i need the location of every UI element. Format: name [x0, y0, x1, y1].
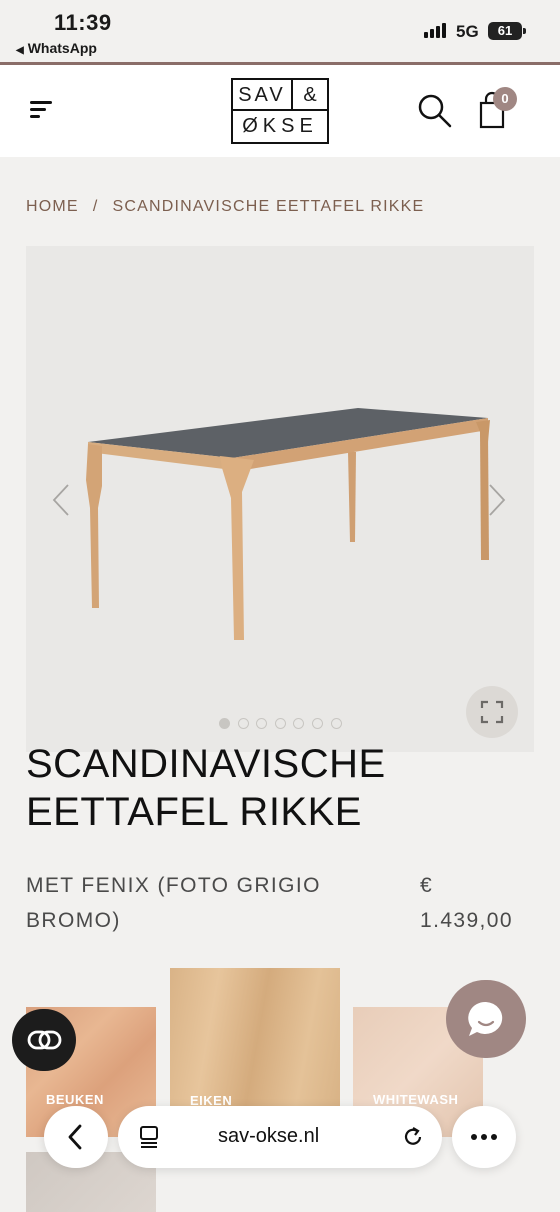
swatch-label: WHITEWASH [373, 1092, 459, 1107]
battery-level: 61 [497, 23, 513, 38]
status-bar: 11:39 ◀ WhatsApp 5G 61 [0, 0, 560, 62]
logo-text-okse: ØKSE [242, 115, 318, 137]
product-title: SCANDINAVISCHE EETTAFEL RIKKE [26, 740, 446, 836]
signal-icon [424, 22, 448, 38]
menu-icon[interactable] [30, 101, 54, 119]
breadcrumb-home[interactable]: HOME [26, 198, 79, 216]
tabs-icon[interactable] [138, 1124, 162, 1150]
swatch-label: BEUKEN [46, 1092, 104, 1107]
fullscreen-icon[interactable] [466, 686, 518, 738]
product-title-line1: SCANDINAVISCHE [26, 742, 386, 786]
address-bar[interactable]: sav-okse.nl [118, 1106, 442, 1168]
battery-icon: 61 [488, 22, 526, 40]
accessibility-button[interactable] [12, 1009, 76, 1071]
price-value: 1.439,00 [420, 909, 513, 932]
more-button[interactable] [452, 1106, 516, 1168]
pagination-dot[interactable] [330, 718, 342, 729]
pagination-dot[interactable] [274, 718, 286, 729]
status-time: 11:39 [54, 10, 112, 35]
more-icon [471, 1134, 497, 1140]
back-to-app-link[interactable]: ◀ WhatsApp [16, 40, 97, 56]
chevron-right-icon[interactable] [484, 482, 508, 518]
back-icon [68, 1124, 82, 1150]
browser-back-button[interactable] [44, 1106, 108, 1168]
chat-button[interactable] [446, 980, 526, 1058]
product-gallery[interactable] [26, 246, 534, 752]
pagination-dot[interactable] [256, 718, 268, 729]
back-triangle-icon: ◀ [16, 45, 24, 56]
product-price: € 1.439,00 [420, 868, 550, 938]
pagination-dot[interactable] [293, 718, 305, 729]
product-title-line2: EETTAFEL RIKKE [26, 790, 362, 834]
product-variant: MET FENIX (FOTO GRIGIO BROMO) [26, 868, 356, 938]
chevron-left-icon[interactable] [50, 482, 74, 518]
breadcrumb-separator: / [92, 198, 99, 215]
back-app-label: WhatsApp [27, 40, 97, 56]
price-currency: € [420, 874, 434, 897]
page: 11:39 ◀ WhatsApp 5G 61 SAV & ØKSE 0 HOME /… [0, 0, 560, 1212]
breadcrumb-current: SCANDINAVISCHE EETTAFEL RIKKE [112, 198, 425, 215]
variant-line1: MET FENIX (FOTO GRIGIO [26, 874, 321, 897]
site-header: SAV & ØKSE 0 [0, 65, 560, 157]
variant-line2: BROMO) [26, 909, 121, 932]
network-type: 5G [456, 22, 479, 41]
logo[interactable]: SAV & ØKSE [231, 78, 329, 144]
logo-text-ampersand: & [293, 80, 327, 111]
pagination-dot[interactable] [237, 718, 249, 729]
url-text: sav-okse.nl [218, 1125, 320, 1147]
logo-text-sav: SAV [233, 80, 293, 111]
product-image-table [86, 408, 490, 640]
cart-count-badge: 0 [493, 87, 517, 111]
pagination-dot[interactable] [219, 718, 230, 729]
gallery-pagination [219, 718, 349, 730]
link-icon [27, 1030, 62, 1050]
chat-icon [468, 1001, 503, 1036]
pagination-dot[interactable] [311, 718, 323, 729]
breadcrumb: HOME / SCANDINAVISCHE EETTAFEL RIKKE [26, 198, 424, 216]
search-icon[interactable] [417, 93, 453, 129]
reload-icon[interactable] [400, 1124, 426, 1150]
